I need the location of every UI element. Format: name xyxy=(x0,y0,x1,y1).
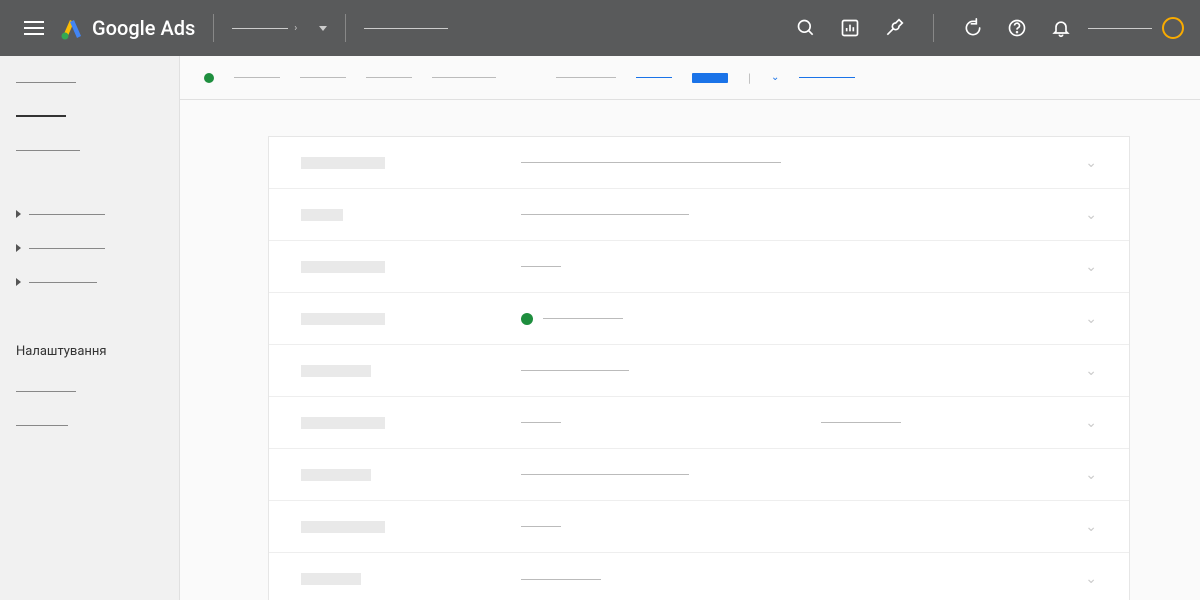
settings-panel: ⌄ ⌄ ⌄ ⌄ ⌄ ⌄ ⌄ ⌄ ⌄ xyxy=(268,136,1130,600)
sidebar-item[interactable] xyxy=(16,383,163,399)
chevron-down-icon: ⌄ xyxy=(1085,259,1097,275)
breadcrumb-segment[interactable] xyxy=(234,77,280,78)
row-label xyxy=(301,313,385,325)
row-value xyxy=(521,526,561,527)
main-area: | ⌄ ⌄ ⌄ ⌄ ⌄ ⌄ ⌄ ⌄ ⌄ ⌄ xyxy=(180,56,1200,600)
divider xyxy=(213,14,214,42)
settings-row[interactable]: ⌄ xyxy=(269,137,1129,189)
chevron-down-icon: ⌄ xyxy=(1085,519,1097,535)
app-header: Google Ads › xyxy=(0,0,1200,56)
separator: | xyxy=(748,71,751,85)
active-pill[interactable] xyxy=(692,73,728,83)
google-ads-logo-icon xyxy=(60,16,84,40)
refresh-icon[interactable] xyxy=(962,17,984,39)
sidebar-item-expandable[interactable] xyxy=(16,206,163,222)
breadcrumb-segment[interactable] xyxy=(366,77,412,78)
caret-right-icon xyxy=(16,210,21,218)
caret-right-icon xyxy=(16,278,21,286)
sidebar-item-expandable[interactable] xyxy=(16,240,163,256)
row-value xyxy=(521,474,689,475)
row-value xyxy=(521,266,561,267)
breadcrumb-link[interactable] xyxy=(799,77,855,78)
chevron-down-icon: ⌄ xyxy=(1085,571,1097,587)
chevron-down-icon[interactable]: ⌄ xyxy=(771,72,779,83)
sidebar-item[interactable] xyxy=(16,142,163,158)
row-value xyxy=(521,214,689,215)
row-value xyxy=(521,313,821,325)
settings-row[interactable]: ⌄ xyxy=(269,449,1129,501)
row-value xyxy=(521,370,629,371)
sidebar-item-selected[interactable] xyxy=(16,108,163,124)
row-label xyxy=(301,365,371,377)
row-label xyxy=(301,573,361,585)
account-menu[interactable] xyxy=(1088,17,1184,39)
row-label xyxy=(301,521,385,533)
campaign-breadcrumb[interactable] xyxy=(364,28,448,29)
row-value xyxy=(521,162,781,163)
brand-group[interactable]: Google Ads xyxy=(60,16,195,40)
settings-row[interactable]: ⌄ xyxy=(269,189,1129,241)
search-icon[interactable] xyxy=(795,17,817,39)
status-dot-icon xyxy=(521,313,533,325)
tools-icon[interactable] xyxy=(883,17,905,39)
chevron-down-icon: ⌄ xyxy=(1085,155,1097,171)
divider xyxy=(933,14,934,42)
breadcrumb-link[interactable] xyxy=(636,77,672,78)
notifications-icon[interactable] xyxy=(1050,17,1072,39)
row-label xyxy=(301,417,385,429)
reports-icon[interactable] xyxy=(839,17,861,39)
chevron-right-icon: › xyxy=(294,23,297,34)
sidebar-item-settings[interactable]: Налаштування xyxy=(16,338,163,365)
settings-row[interactable]: ⌄ xyxy=(269,345,1129,397)
account-selector[interactable]: › xyxy=(232,23,327,34)
menu-icon[interactable] xyxy=(16,13,52,43)
sub-header: | ⌄ xyxy=(180,56,1200,100)
settings-row[interactable]: ⌄ xyxy=(269,397,1129,449)
chevron-down-icon: ⌄ xyxy=(1085,467,1097,483)
caret-right-icon xyxy=(16,244,21,252)
breadcrumb-segment[interactable] xyxy=(556,77,616,78)
breadcrumb-segment[interactable] xyxy=(300,77,346,78)
settings-row[interactable]: ⌄ xyxy=(269,501,1129,553)
row-label xyxy=(301,157,385,169)
row-label xyxy=(301,209,343,221)
sidebar-item-expandable[interactable] xyxy=(16,274,163,290)
dropdown-icon xyxy=(319,26,327,31)
content-scroll[interactable]: ⌄ ⌄ ⌄ ⌄ ⌄ ⌄ ⌄ ⌄ ⌄ xyxy=(180,100,1200,600)
avatar xyxy=(1162,17,1184,39)
chevron-down-icon: ⌄ xyxy=(1085,311,1097,327)
divider xyxy=(345,14,346,42)
status-indicator-icon xyxy=(204,73,214,83)
sidebar-item[interactable] xyxy=(16,74,163,90)
settings-row[interactable]: ⌄ xyxy=(269,553,1129,600)
chevron-down-icon: ⌄ xyxy=(1085,207,1097,223)
help-icon[interactable] xyxy=(1006,17,1028,39)
header-tools xyxy=(795,14,1072,42)
chevron-down-icon: ⌄ xyxy=(1085,415,1097,431)
settings-row[interactable]: ⌄ xyxy=(269,241,1129,293)
chevron-down-icon: ⌄ xyxy=(1085,363,1097,379)
sidebar: Налаштування xyxy=(0,56,180,600)
row-label xyxy=(301,261,385,273)
settings-row[interactable]: ⌄ xyxy=(269,293,1129,345)
row-label xyxy=(301,469,371,481)
breadcrumb-segment[interactable] xyxy=(432,77,496,78)
brand-title: Google Ads xyxy=(92,16,195,40)
row-value xyxy=(521,422,561,423)
sidebar-item[interactable] xyxy=(16,417,163,433)
row-value xyxy=(521,579,601,580)
row-value-secondary xyxy=(821,422,901,423)
